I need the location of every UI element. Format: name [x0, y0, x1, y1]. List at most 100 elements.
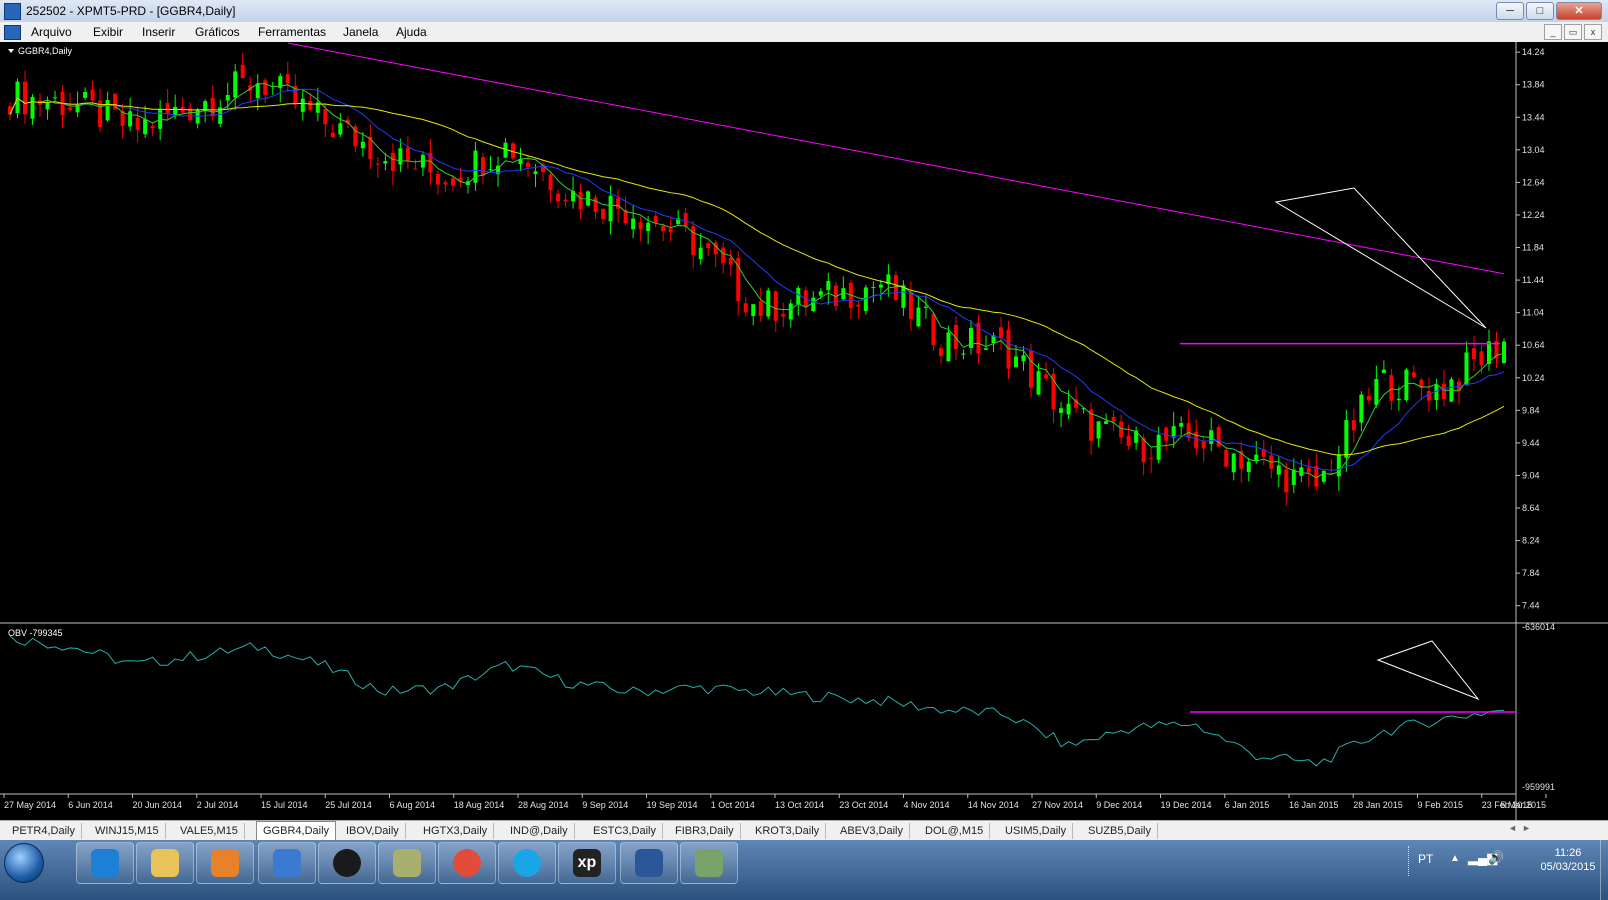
candle-body: [1441, 383, 1446, 400]
chart-app-icon: [695, 849, 723, 877]
folder-app-icon: [393, 849, 421, 877]
taskbar-button-folder-app[interactable]: [378, 842, 436, 884]
candle-body: [1351, 420, 1356, 431]
candle-body: [83, 92, 88, 98]
candle-body: [1036, 371, 1041, 395]
title-bar: 252502 - XPMT5-PRD - [GGBR4,Daily] ─ □ ✕: [0, 0, 1608, 23]
chart-tab-suzb5-daily[interactable]: SUZB5,Daily: [1082, 823, 1158, 839]
chart-tab-ind-daily[interactable]: IND@,Daily: [504, 823, 575, 839]
candle-body: [233, 71, 238, 98]
candle-body: [1126, 436, 1131, 446]
taskbar-button-ie[interactable]: [76, 842, 134, 884]
candle-body: [1179, 423, 1184, 427]
chart-tab-usim5-daily[interactable]: USIM5,Daily: [999, 823, 1074, 839]
price-tick-label: 9.04: [1522, 470, 1540, 480]
menu-ajuda[interactable]: Ajuda: [396, 25, 427, 39]
candle-body: [135, 117, 140, 130]
candle-body: [488, 169, 493, 171]
candle-body: [285, 74, 290, 84]
price-tick-label: 13.04: [1522, 145, 1545, 155]
menu-inserir[interactable]: Inserir: [142, 25, 175, 39]
candle-body: [1336, 454, 1341, 477]
taskbar-button-chart-app[interactable]: [680, 842, 738, 884]
candle-body: [1374, 378, 1379, 405]
chart-tab-vale5-m15[interactable]: VALE5,M15: [174, 823, 245, 839]
menu-janela[interactable]: Janela: [343, 25, 378, 39]
chart-tab-dol-m15[interactable]: DOL@,M15: [919, 823, 991, 839]
volume-icon[interactable]: 🔊: [1488, 850, 1504, 866]
taskbar-button-arrow-app[interactable]: [258, 842, 316, 884]
triangle-drawing[interactable]: [1274, 187, 1487, 329]
candle-body: [338, 123, 343, 135]
chart-tab-abev3-daily[interactable]: ABEV3,Daily: [834, 823, 910, 839]
show-desktop-button[interactable]: [1600, 840, 1608, 900]
chart-minimize-button[interactable]: _: [1544, 24, 1562, 40]
ma-long-line: [287, 42, 1505, 275]
taskbar-button-hp[interactable]: [318, 842, 376, 884]
candle-body: [30, 96, 35, 119]
taskbar-button-skype[interactable]: [498, 842, 556, 884]
menu-graficos[interactable]: Gráficos: [195, 25, 240, 39]
candle-body: [923, 306, 928, 308]
minimize-button[interactable]: ─: [1496, 2, 1524, 20]
maximize-button[interactable]: □: [1526, 2, 1554, 20]
chart-restore-button[interactable]: ▭: [1564, 24, 1582, 40]
chart-window-icon[interactable]: [4, 25, 21, 40]
candle-body: [638, 222, 643, 230]
price-chart[interactable]: 14.24 13.84 13.44 13.04 12.64 12.24 11.84 11.44…: [0, 42, 1608, 820]
menu-ferramentas[interactable]: Ferramentas: [258, 25, 326, 39]
candle-body: [811, 297, 816, 312]
clock[interactable]: 11:26 05/03/2015: [1538, 846, 1598, 874]
date-tick-label: 14 Nov 2014: [968, 800, 1019, 810]
taskbar-button-media[interactable]: [196, 842, 254, 884]
candle-body: [1396, 398, 1401, 401]
candle-body: [1149, 457, 1154, 459]
candle-body: [578, 191, 583, 210]
chart-tab-winj15-m15[interactable]: WINJ15,M15: [89, 823, 166, 839]
candle-body: [23, 81, 28, 115]
taskbar-button-word[interactable]: [620, 842, 678, 884]
chart-tab-petr4-daily[interactable]: PETR4,Daily: [6, 823, 82, 839]
candle-body: [773, 291, 778, 321]
close-button[interactable]: ✕: [1556, 2, 1602, 20]
candle-body: [1246, 461, 1251, 473]
chart-area[interactable]: 14.24 13.84 13.44 13.04 12.64 12.24 11.84 11.44…: [0, 42, 1608, 820]
chart-tab-fibr3-daily[interactable]: FIBR3,Daily: [669, 823, 741, 839]
date-tick-label: 13 Oct 2014: [775, 800, 824, 810]
taskbar-button-chrome[interactable]: [438, 842, 496, 884]
start-button[interactable]: [4, 843, 44, 883]
word-icon: [635, 849, 663, 877]
chart-tab-hgtx3-daily[interactable]: HGTX3,Daily: [417, 823, 495, 839]
chart-close-button[interactable]: x: [1584, 24, 1602, 40]
chart-tab-krot3-daily[interactable]: KROT3,Daily: [749, 823, 827, 839]
taskbar-button-folder[interactable]: [136, 842, 194, 884]
candle-body: [1044, 374, 1049, 379]
chart-tab-estc3-daily[interactable]: ESTC3,Daily: [587, 823, 663, 839]
app-icon: [4, 3, 21, 20]
candle-body: [1502, 341, 1506, 363]
tab-scroll-right-icon[interactable]: ►: [1522, 823, 1531, 833]
candle-body: [961, 353, 966, 355]
date-tick-label: 20 Jun 2014: [133, 800, 183, 810]
candle-body: [533, 171, 538, 175]
candle-body: [1021, 355, 1026, 362]
candle-body: [916, 307, 921, 327]
candle-body: [698, 247, 703, 260]
candle-body: [818, 291, 823, 296]
candle-body: [608, 195, 613, 222]
language-indicator[interactable]: PT: [1418, 852, 1433, 866]
taskbar-grip: [1408, 846, 1413, 876]
chart-menu-icon[interactable]: [8, 49, 14, 53]
menu-exibir[interactable]: Exibir: [93, 25, 123, 39]
menu-arquivo[interactable]: Arquivo: [31, 25, 72, 39]
price-tick-label: 13.44: [1522, 112, 1545, 122]
chrome-icon: [453, 849, 481, 877]
tray-expand-icon[interactable]: ▲: [1450, 853, 1460, 864]
date-tick-label: 9 Dec 2014: [1096, 800, 1142, 810]
obv-triangle-drawing[interactable]: [1376, 640, 1480, 701]
chart-tab-ggbr4-daily[interactable]: GGBR4,Daily: [256, 821, 337, 841]
tab-scroll-left-icon[interactable]: ◄: [1508, 823, 1517, 833]
candle-body: [360, 141, 365, 149]
chart-tab-ibov-daily[interactable]: IBOV,Daily: [340, 823, 406, 839]
taskbar-button-xp[interactable]: xp: [558, 842, 616, 884]
